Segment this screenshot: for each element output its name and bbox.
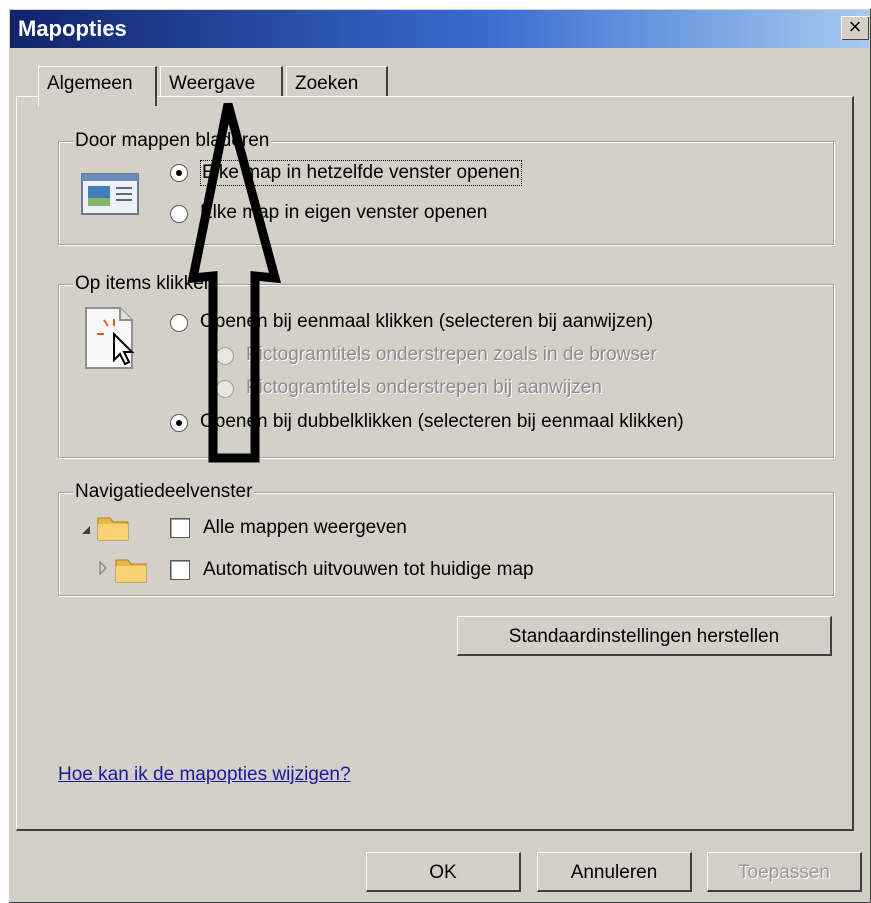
restore-defaults-button[interactable]: Standaardinstellingen herstellen (457, 616, 832, 656)
tab-label: Zoeken (295, 73, 359, 94)
option-underline-browser-label: Pictogramtitels onderstrepen zoals in de… (246, 344, 657, 365)
help-link[interactable]: Hoe kan ik de mapopties wijzigen? (58, 764, 351, 786)
tab-algemeen[interactable]: Algemeen (38, 66, 157, 106)
up-arrow-annotation (187, 102, 282, 463)
window-icon (81, 173, 139, 215)
cancel-button[interactable]: Annuleren (537, 852, 692, 892)
tab-label: Weergave (169, 73, 256, 94)
browse-folders-group: Door mappen bladeren (58, 129, 834, 245)
option-show-all-folders-label: Alle mappen weergeven (203, 517, 407, 538)
folder-collapsed-icon (99, 559, 147, 583)
close-button[interactable]: × (841, 16, 869, 40)
ok-button[interactable]: OK (366, 852, 521, 892)
title-bar[interactable]: Mapopties × (10, 10, 869, 48)
tab-zoeken[interactable]: Zoeken (286, 66, 388, 100)
checkbox-show-all-folders[interactable] (170, 518, 190, 538)
apply-button[interactable]: Toepassen (707, 852, 862, 892)
tab-label: Algemeen (47, 73, 133, 94)
tab-weergave[interactable]: Weergave (160, 66, 283, 100)
folder-expanded-icon (82, 517, 129, 541)
option-underline-hover-label: Pictogramtitels onderstrepen bij aanwijz… (246, 377, 602, 398)
group-label: Navigatiedeelvenster (73, 480, 255, 504)
checkbox-auto-expand[interactable] (170, 560, 190, 580)
pointer-click-icon (85, 307, 135, 369)
option-auto-expand-label: Automatisch uitvouwen tot huidige map (203, 559, 534, 580)
window-title: Mapopties (18, 16, 127, 41)
